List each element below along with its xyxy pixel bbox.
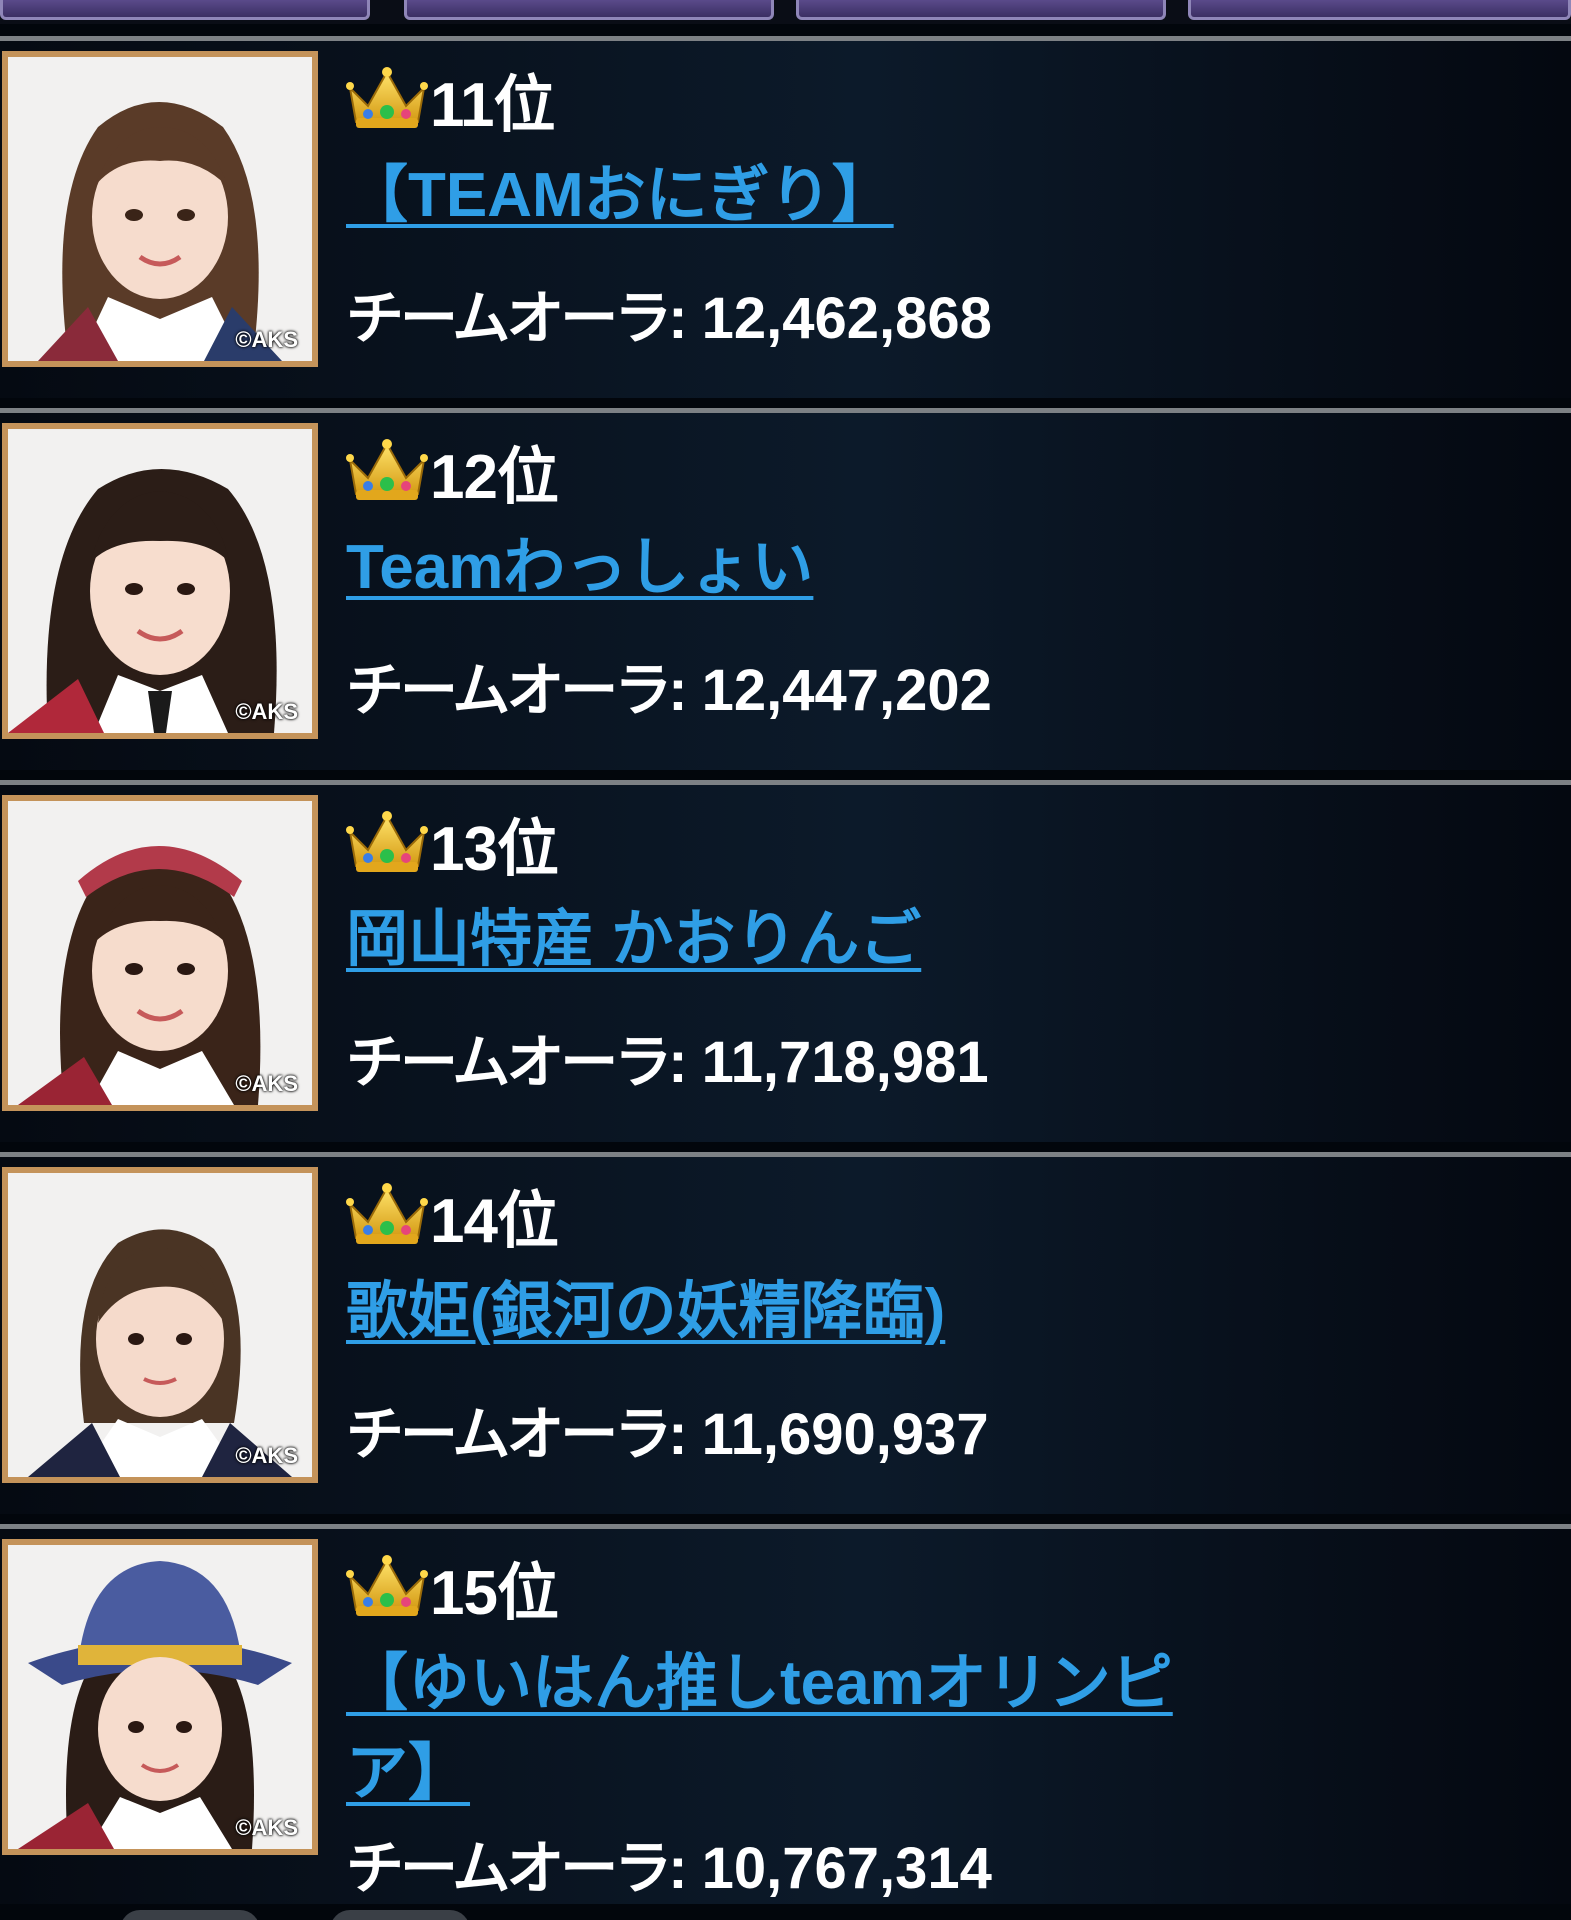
copyright-label: ©AKS	[235, 1071, 298, 1096]
rank-text: 12位	[430, 443, 559, 512]
member-avatar: ©AKS	[2, 1539, 318, 1855]
team-name-link[interactable]: 岡山特産 かおりんご	[346, 895, 921, 985]
aura-label: チームオーラ:	[346, 1402, 688, 1467]
rank-badge: 12位	[346, 435, 559, 512]
rank-text: 14位	[430, 1187, 559, 1256]
team-aura: チームオーラ: 11,718,981	[346, 1015, 989, 1099]
crown-icon	[346, 439, 428, 500]
aura-label: チームオーラ:	[346, 1836, 688, 1901]
ranking-page: ©AKS 11位 【TEAMおにぎり】 チームオーラ: 12,462,868 ©…	[0, 0, 1571, 1920]
rank-text: 15位	[430, 1559, 559, 1628]
aura-label: チームオーラ:	[346, 286, 688, 351]
member-photo	[8, 1173, 312, 1477]
tab-4[interactable]	[1188, 0, 1571, 20]
aura-value: 11,690,937	[701, 1402, 989, 1467]
member-avatar: ©AKS	[2, 1167, 318, 1483]
aura-label: チームオーラ:	[346, 658, 688, 723]
ranking-row: ©AKS 15位 【ゆいはん推しteamオリンピア】 チームオーラ: 10,767…	[0, 1524, 1571, 1904]
crown-icon	[346, 1183, 428, 1244]
rank-text: 11位	[430, 71, 556, 140]
ranking-row: ©AKS 12位 Teamわっしょい チームオーラ: 12,447,202	[0, 408, 1571, 770]
rank-badge: 13位	[346, 807, 559, 884]
crown-icon	[346, 811, 428, 872]
member-avatar: ©AKS	[2, 51, 318, 367]
aura-value: 12,462,868	[701, 286, 992, 351]
aura-label: チームオーラ:	[346, 1030, 688, 1095]
top-tab-strip	[0, 0, 1571, 24]
tab-1[interactable]	[0, 0, 370, 20]
tab-2[interactable]	[404, 0, 774, 20]
team-aura: チームオーラ: 10,767,314	[346, 1821, 992, 1905]
member-avatar: ©AKS	[2, 795, 318, 1111]
aura-value: 11,718,981	[701, 1030, 989, 1095]
member-photo	[8, 1545, 312, 1849]
team-aura: チームオーラ: 12,447,202	[346, 643, 992, 727]
aura-value: 12,447,202	[701, 658, 992, 723]
member-photo	[8, 429, 312, 733]
team-name-link[interactable]: Teamわっしょい	[346, 523, 813, 613]
team-aura: チームオーラ: 12,462,868	[346, 271, 992, 355]
aura-value: 10,767,314	[701, 1836, 992, 1901]
ranking-row: ©AKS 13位 岡山特産 かおりんご チームオーラ: 11,718,981	[0, 780, 1571, 1142]
team-name-link[interactable]: 歌姫(銀河の妖精降臨)	[346, 1267, 945, 1357]
ranking-row: ©AKS 14位 歌姫(銀河の妖精降臨) チームオーラ: 11,690,937	[0, 1152, 1571, 1514]
crown-icon	[346, 1555, 428, 1616]
rank-badge: 15位	[346, 1551, 559, 1628]
rank-badge: 11位	[346, 63, 556, 140]
bottom-button-2[interactable]	[330, 1910, 470, 1920]
team-aura: チームオーラ: 11,690,937	[346, 1387, 989, 1471]
copyright-label: ©AKS	[235, 327, 298, 352]
member-avatar: ©AKS	[2, 423, 318, 739]
bottom-button-1[interactable]	[120, 1910, 260, 1920]
tab-3[interactable]	[796, 0, 1166, 20]
team-name-link[interactable]: 【ゆいはん推しteamオリンピア】	[346, 1639, 1246, 1819]
rank-badge: 14位	[346, 1179, 559, 1256]
member-photo	[8, 801, 312, 1105]
team-name-link[interactable]: 【TEAMおにぎり】	[346, 151, 894, 241]
crown-icon	[346, 67, 428, 128]
ranking-row: ©AKS 11位 【TEAMおにぎり】 チームオーラ: 12,462,868	[0, 36, 1571, 398]
copyright-label: ©AKS	[235, 1815, 298, 1840]
rank-text: 13位	[430, 815, 559, 884]
copyright-label: ©AKS	[235, 1443, 298, 1468]
member-photo	[8, 57, 312, 361]
copyright-label: ©AKS	[235, 699, 298, 724]
bottom-button-strip	[0, 1902, 1571, 1920]
